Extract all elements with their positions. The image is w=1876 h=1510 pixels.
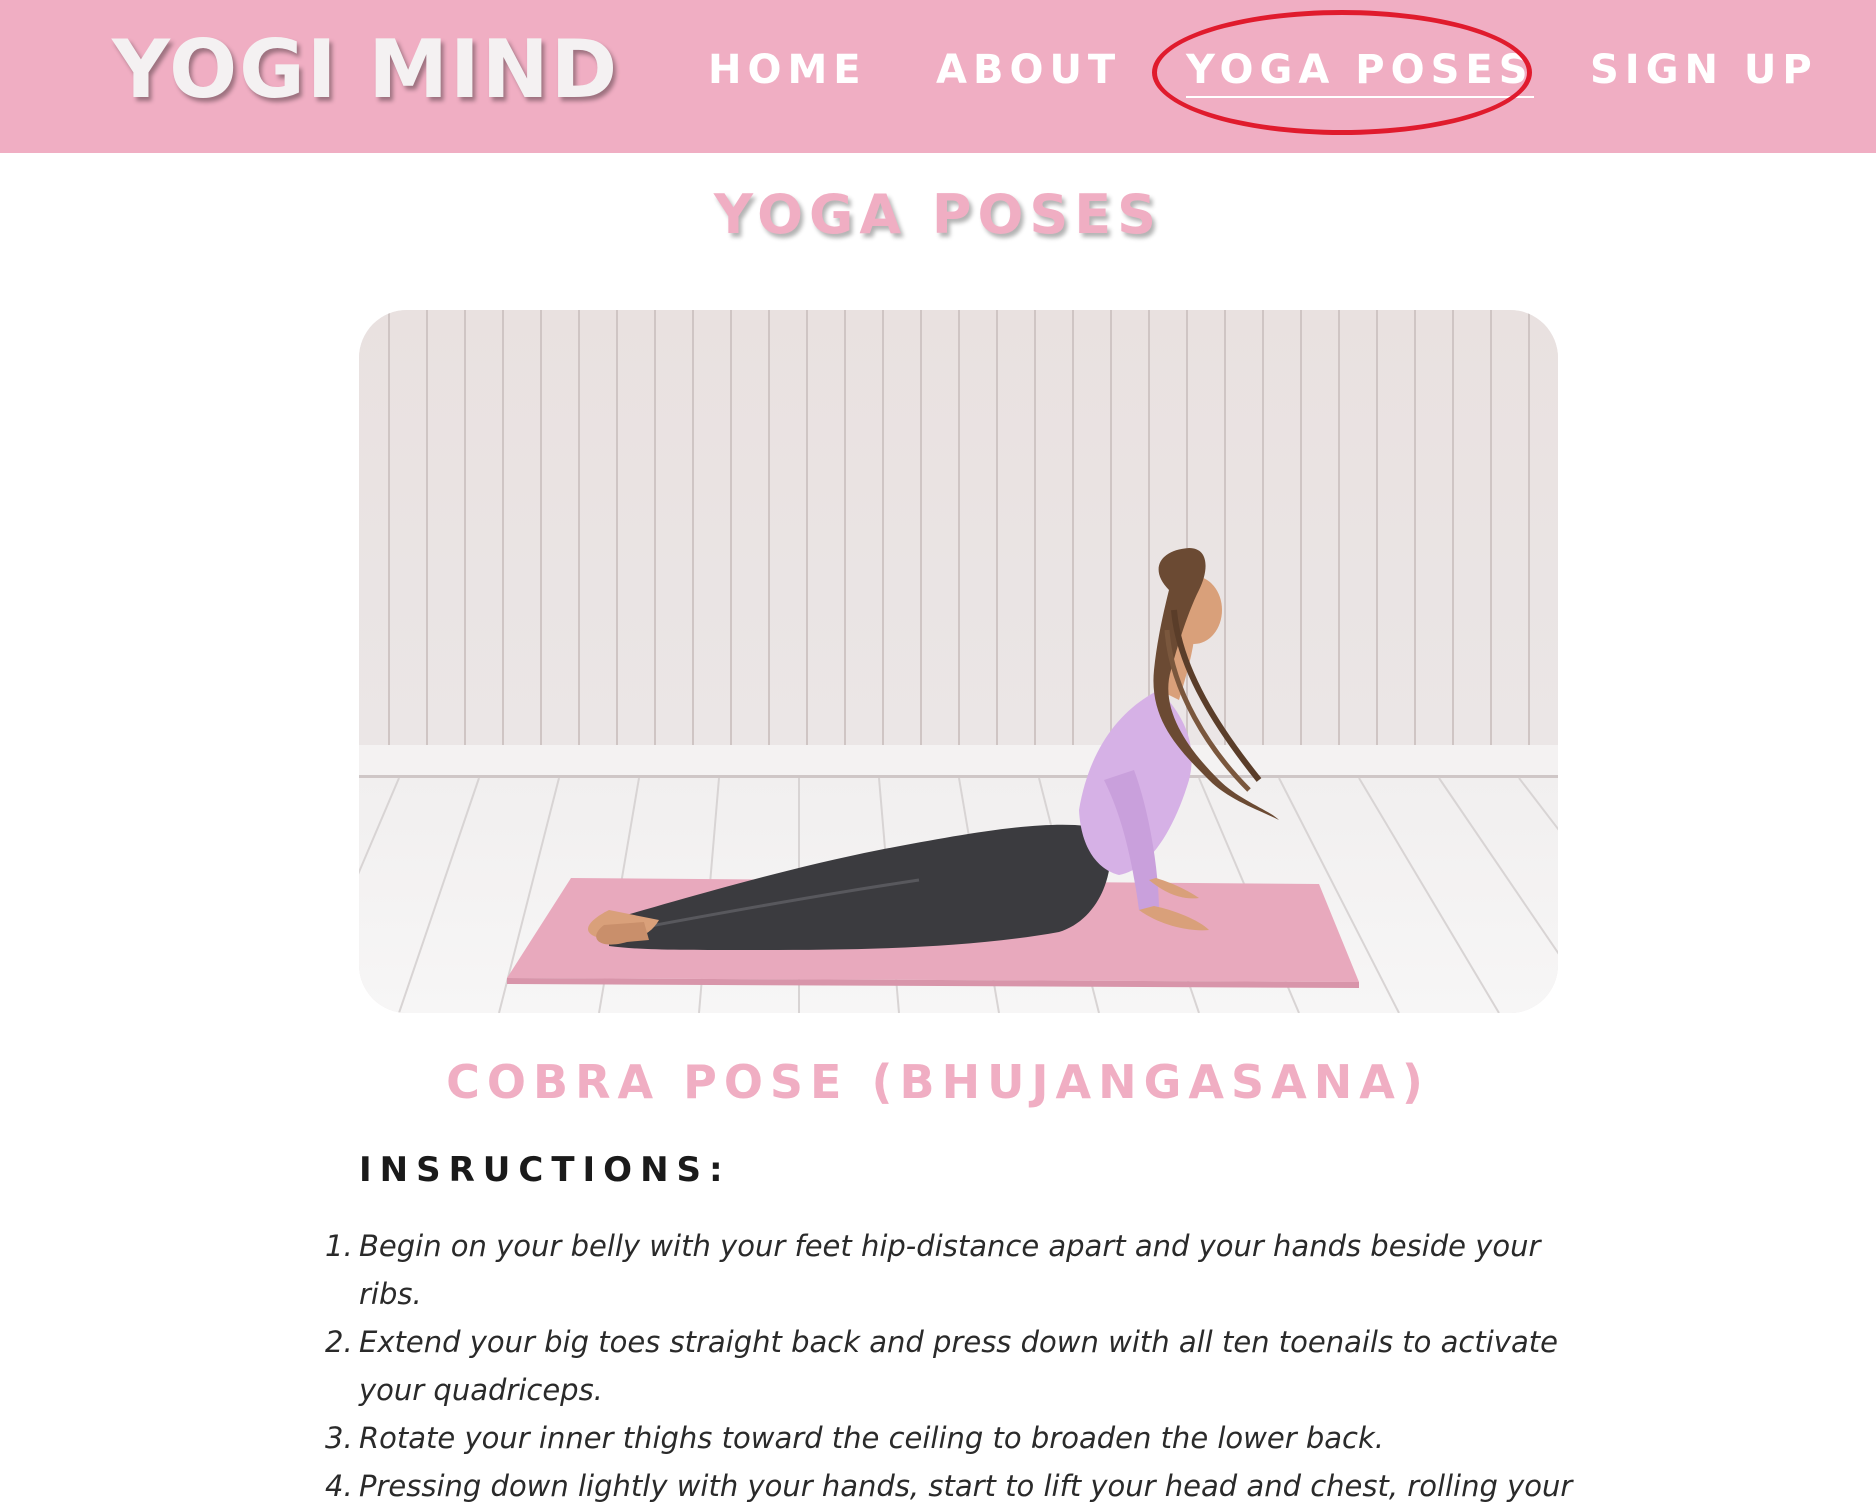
instruction-step: 2. Extend your big toes straight back an… xyxy=(325,1318,1605,1414)
cobra-pose-illustration xyxy=(359,310,1558,1013)
step-number: 1. xyxy=(325,1229,353,1263)
nav-about-link[interactable]: ABOUT xyxy=(936,44,1121,96)
instruction-step: 3. Rotate your inner thighs toward the c… xyxy=(325,1414,1605,1462)
site-header: YOGI MIND HOME ABOUT YOGA POSES SIGN UP xyxy=(0,0,1876,153)
nav-sign-up-link[interactable]: SIGN UP xyxy=(1590,44,1818,96)
instructions-list: 1. Begin on your belly with your feet hi… xyxy=(325,1222,1605,1510)
nav-yoga-poses-link[interactable]: YOGA POSES xyxy=(1186,44,1534,98)
step-number: 3. xyxy=(325,1421,353,1455)
step-text: Pressing down lightly with your hands, s… xyxy=(359,1469,1573,1503)
instruction-step: 1. Begin on your belly with your feet hi… xyxy=(325,1222,1605,1318)
step-text: Begin on your belly with your feet hip-d… xyxy=(359,1229,1541,1311)
step-number: 4. xyxy=(325,1469,353,1503)
pose-title: COBRA POSE (BHUJANGASANA) xyxy=(446,1055,1430,1109)
step-number: 2. xyxy=(325,1325,353,1359)
site-logo[interactable]: YOGI MIND xyxy=(112,20,619,120)
step-text: Rotate your inner thighs toward the ceil… xyxy=(359,1421,1385,1455)
page-title: YOGA POSES xyxy=(713,183,1163,246)
instructions-heading: INSRUCTIONS: xyxy=(359,1150,731,1190)
instruction-step: 4. Pressing down lightly with your hands… xyxy=(325,1462,1605,1510)
cobra-pose-photo xyxy=(359,310,1558,1013)
nav-home-link[interactable]: HOME xyxy=(708,44,867,96)
step-text: Extend your big toes straight back and p… xyxy=(359,1325,1558,1407)
